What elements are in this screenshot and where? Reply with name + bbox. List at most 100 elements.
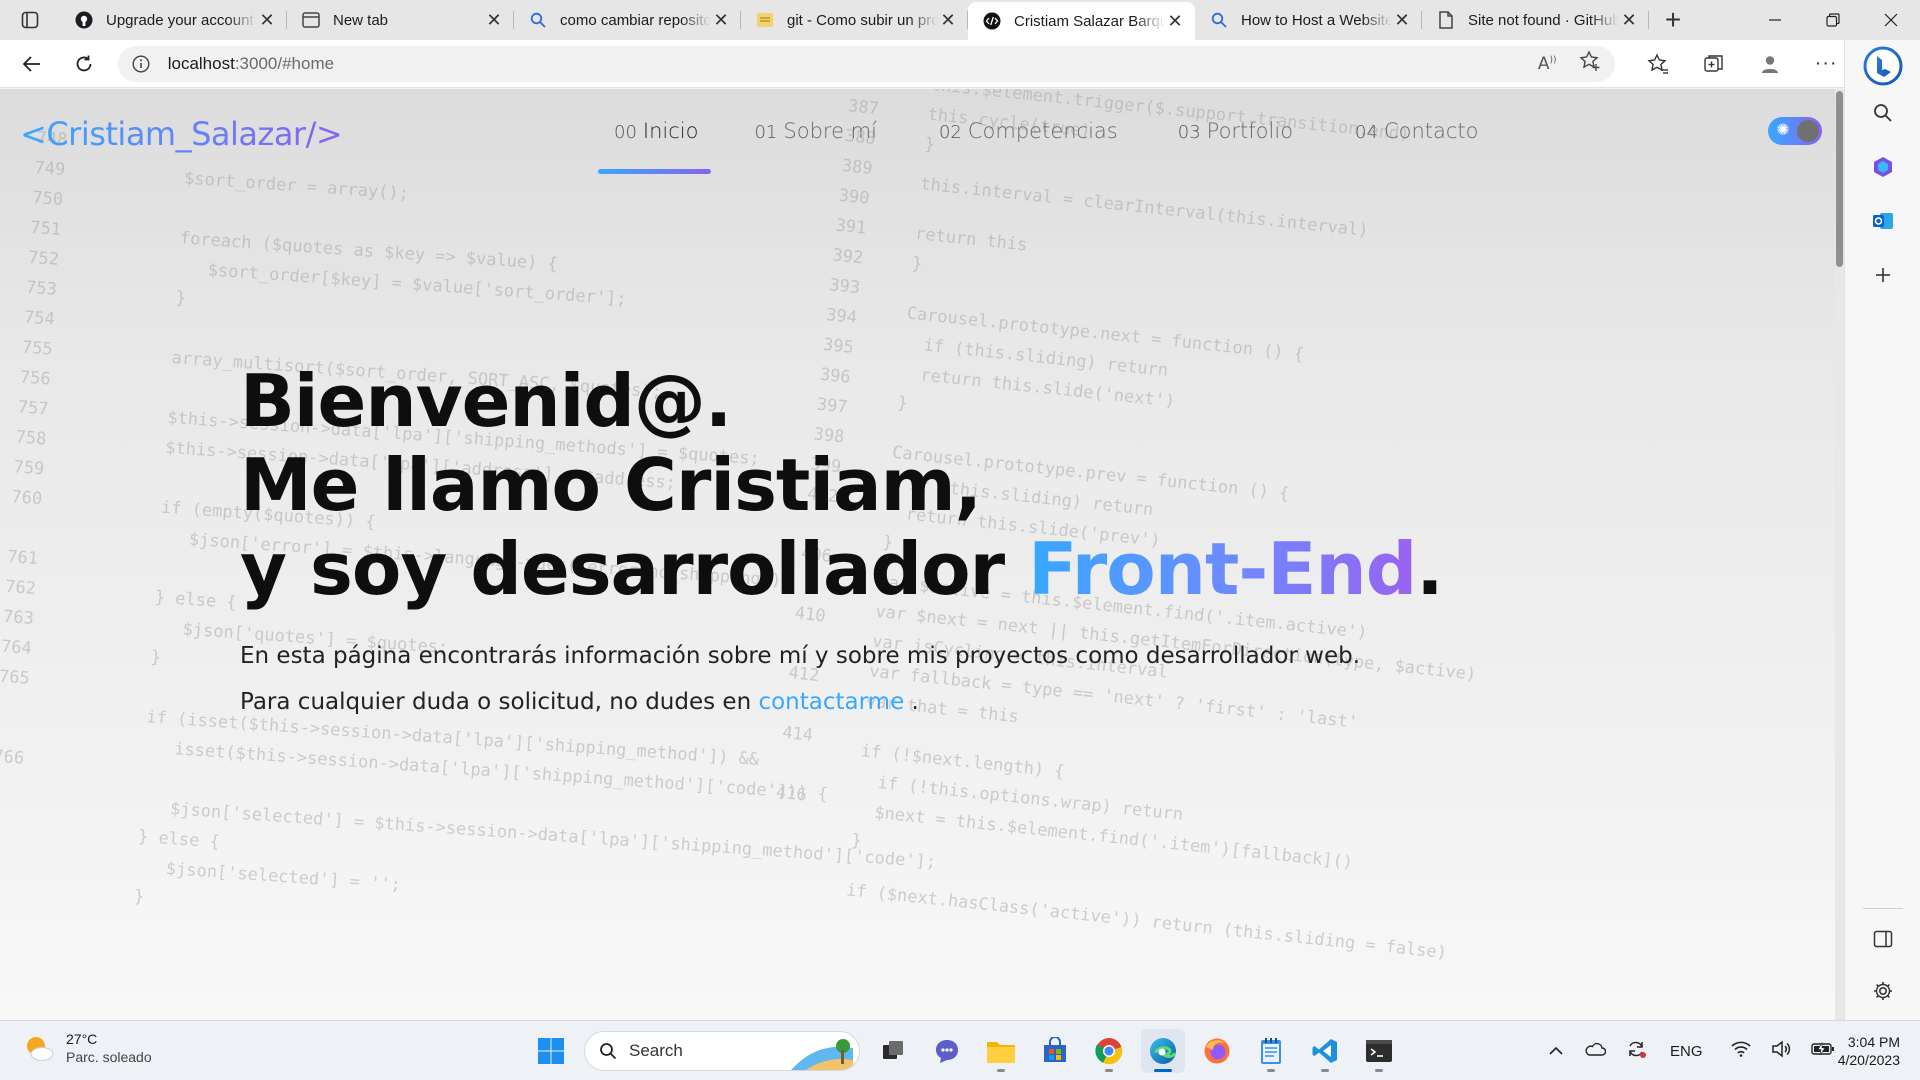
vscode-icon [1312,1039,1337,1063]
refresh-icon [76,55,92,71]
nav-item-contacto[interactable]: 04 Contacto [1355,119,1478,143]
svg-text:393: 393 [828,275,861,298]
more-dots-icon: ··· [1814,52,1838,74]
tab-title: como cambiar repositorio [560,11,711,29]
taskbar-search-box[interactable]: Search [584,1031,860,1071]
volume-icon[interactable] [1771,1040,1791,1062]
weather-temp: 27°C [66,1031,98,1047]
plus-icon [1876,268,1890,282]
favorites-button[interactable] [1641,46,1677,82]
windows-start-icon [538,1038,564,1064]
sidebar-m365-button[interactable] [1864,148,1902,186]
close-icon[interactable]: ✕ [938,10,958,30]
start-button[interactable] [529,1029,573,1073]
browser-tab[interactable]: git - Como subir un proyecto ✕ [741,0,968,40]
sync-icon[interactable] [1626,1039,1646,1063]
weather-condition: Parc. soleado [66,1049,152,1065]
sidebar-outlook-button[interactable] [1864,202,1902,240]
more-menu-button[interactable]: ··· [1808,46,1844,82]
minimize-icon [1769,19,1781,21]
search-highlight-icon [791,1039,853,1070]
close-icon[interactable]: ✕ [1165,11,1185,31]
nav-number: 02 [938,122,962,143]
browser-tab[interactable]: como cambiar repositorio ✕ [514,0,741,40]
url-host: localhost [167,53,235,73]
sidebar-search-button[interactable] [1864,94,1902,132]
sidebar-add-button[interactable] [1864,256,1902,294]
theme-toggle[interactable]: ✺ [1768,117,1822,145]
tab-actions-button[interactable] [0,0,60,40]
close-icon[interactable]: ✕ [257,10,277,30]
language-indicator[interactable]: ENG [1670,1043,1703,1060]
browser-tab-active[interactable]: Cristiam Salazar Barquero ✕ [968,2,1195,40]
minimize-button[interactable] [1746,0,1804,40]
taskbar-teams-chat[interactable] [925,1029,969,1073]
toggle-knob [1797,120,1819,142]
close-window-button[interactable] [1862,0,1920,40]
taskbar-microsoft-store[interactable] [1033,1029,1077,1073]
taskbar-terminal[interactable] [1357,1029,1401,1073]
chevron-up-icon[interactable] [1548,1043,1564,1060]
nav-item-competencias[interactable]: 02 Competencias [939,119,1118,143]
taskbar-file-explorer[interactable] [979,1029,1023,1073]
restore-button[interactable] [1804,0,1862,40]
onedrive-icon[interactable] [1584,1041,1607,1061]
refresh-button[interactable] [64,46,104,82]
info-icon[interactable] [132,54,152,74]
taskbar-apps: Search [524,1029,1406,1073]
browser-tab[interactable]: Upgrade your account ✕ [60,0,287,40]
site-logo[interactable]: <Cristiam_Salazar/> [20,115,343,153]
sidebar-hide-button[interactable] [1864,920,1902,958]
add-favorite-icon[interactable] [1578,50,1601,77]
taskbar-chrome[interactable] [1087,1029,1131,1073]
profile-button[interactable] [1752,46,1788,82]
scrollbar-thumb[interactable] [1836,91,1843,267]
nav-item-inicio[interactable]: 00 Inicio [614,119,698,143]
nav-item-sobre-mi[interactable]: 01 Sobre mí [754,119,876,143]
search-icon [1209,10,1229,30]
wifi-icon[interactable] [1730,1041,1751,1061]
contact-link[interactable]: contactarme [758,689,904,715]
svg-text:390: 390 [838,186,871,209]
taskbar-task-view[interactable] [871,1029,915,1073]
svg-text:if (!$next.length) {: if (!$next.length) { [860,741,1066,782]
notepad-icon [1261,1038,1281,1064]
collections-button[interactable] [1696,46,1732,82]
close-icon[interactable]: ✕ [1619,10,1639,30]
taskbar-vscode[interactable] [1303,1029,1347,1073]
tab-title: git - Como subir un proyecto [787,11,938,29]
url-field[interactable]: localhost:3000/#home A)) [117,45,1615,82]
bing-chat-button[interactable] [1861,44,1905,88]
close-icon[interactable]: ✕ [1392,10,1412,30]
taskbar-notepad[interactable] [1249,1029,1293,1073]
taskbar-edge[interactable] [1141,1029,1185,1073]
taskbar-firefox[interactable] [1195,1029,1239,1073]
browser-tab[interactable]: Site not found · GitHub ✕ [1422,0,1649,40]
read-aloud-icon[interactable]: A)) [1538,54,1557,74]
sidebar-settings-button[interactable] [1864,972,1902,1010]
partly-sunny-icon [22,1031,56,1065]
browser-tab[interactable]: New tab ✕ [287,0,514,40]
svg-text:$json['selected'] = $this->ses: $json['selected'] = $this->session->data… [169,799,936,872]
nav-item-portfolio[interactable]: 03 Portfolio [1178,119,1293,143]
new-tab-button[interactable]: + [1649,0,1697,40]
page-scrollbar[interactable] [1835,89,1844,1020]
windows-taskbar: 27°C Parc. soleado Search ENG 3:04 PM 4/… [0,1020,1920,1080]
svg-text:} else {: } else { [137,827,220,853]
tab-title: How to Host a Website [1241,11,1392,29]
svg-text:$sort_order[$key] = $value['so: $sort_order[$key] = $value['sort_order']… [207,260,627,309]
hero-heading: Bienvenid@. Me llamo Cristiam, y soy des… [240,359,1444,611]
close-icon[interactable]: ✕ [484,10,504,30]
tab-title: Cristiam Salazar Barquero [1014,12,1165,30]
svg-text:762: 762 [5,577,37,599]
taskbar-clock[interactable]: 3:04 PM 4/20/2023 [1820,1033,1900,1069]
nav-number: 01 [754,122,778,143]
weather-widget[interactable]: 27°C Parc. soleado [22,1030,152,1066]
close-icon[interactable]: ✕ [711,10,731,30]
hero-line-2: Me llamo Cristiam, [240,443,982,527]
back-button[interactable] [12,46,52,82]
hero-line-3-suffix: . [1416,527,1443,611]
page-viewport: 748749750751 752753754755 756757758759 7… [0,89,1844,1020]
browser-tab[interactable]: How to Host a Website ✕ [1195,0,1422,40]
sidebar-panel-icon [1873,930,1893,948]
